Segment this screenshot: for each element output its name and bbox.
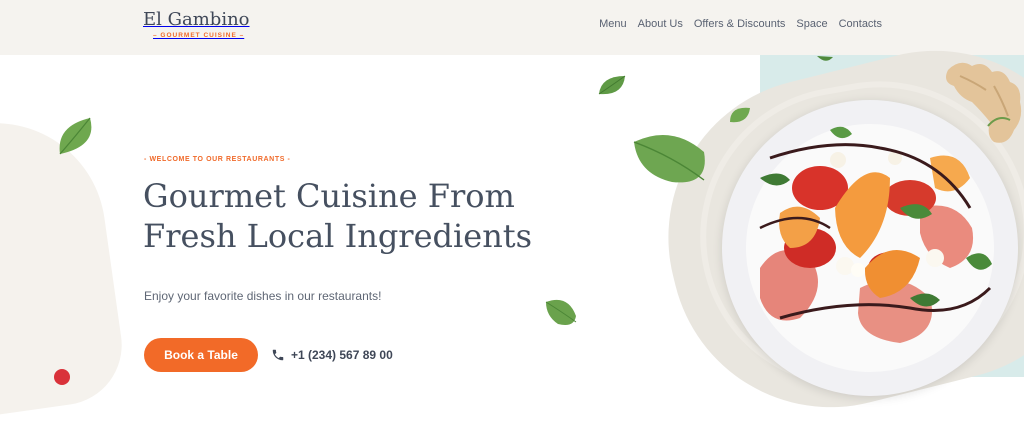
main-nav: Menu About Us Offers & Discounts Space C… bbox=[599, 17, 882, 31]
phone-icon bbox=[272, 349, 284, 361]
phone-number: +1 (234) 567 89 00 bbox=[291, 348, 393, 362]
phone-link[interactable]: +1 (234) 567 89 00 bbox=[271, 348, 393, 362]
nav-item-offers-discounts[interactable]: Offers & Discounts bbox=[694, 17, 786, 31]
brand-tagline: – GOURMET CUISINE – bbox=[153, 32, 245, 39]
gourmet-salad-image bbox=[759, 126, 992, 343]
nav-item-space[interactable]: Space bbox=[796, 17, 827, 31]
nav-item-contacts[interactable]: Contacts bbox=[839, 17, 882, 31]
basil-leaf-icon bbox=[59, 117, 92, 155]
hero-eyebrow: - WELCOME TO OUR RESTAURANTS - bbox=[144, 156, 291, 163]
brand-logo[interactable]: El Gambino – GOURMET CUISINE – bbox=[143, 9, 250, 39]
basil-leaf-icon bbox=[545, 299, 577, 325]
site-header: El Gambino – GOURMET CUISINE – Menu Abou… bbox=[0, 0, 1024, 55]
basil-leaf-icon bbox=[817, 56, 833, 61]
basil-leaf-icon bbox=[730, 107, 750, 123]
basil-leaf-icon bbox=[633, 134, 705, 183]
brand-name: El Gambino bbox=[143, 9, 250, 30]
nav-item-about-us[interactable]: About Us bbox=[638, 17, 683, 31]
hero-headline: Gourmet Cuisine From Fresh Local Ingredi… bbox=[143, 177, 533, 255]
basil-leaf-icon bbox=[598, 75, 626, 95]
hero-subtitle: Enjoy your favorite dishes in our restau… bbox=[144, 289, 382, 303]
cherry-tomato bbox=[54, 369, 70, 385]
book-table-button[interactable]: Book a Table bbox=[144, 338, 258, 372]
nav-item-menu[interactable]: Menu bbox=[599, 17, 627, 31]
